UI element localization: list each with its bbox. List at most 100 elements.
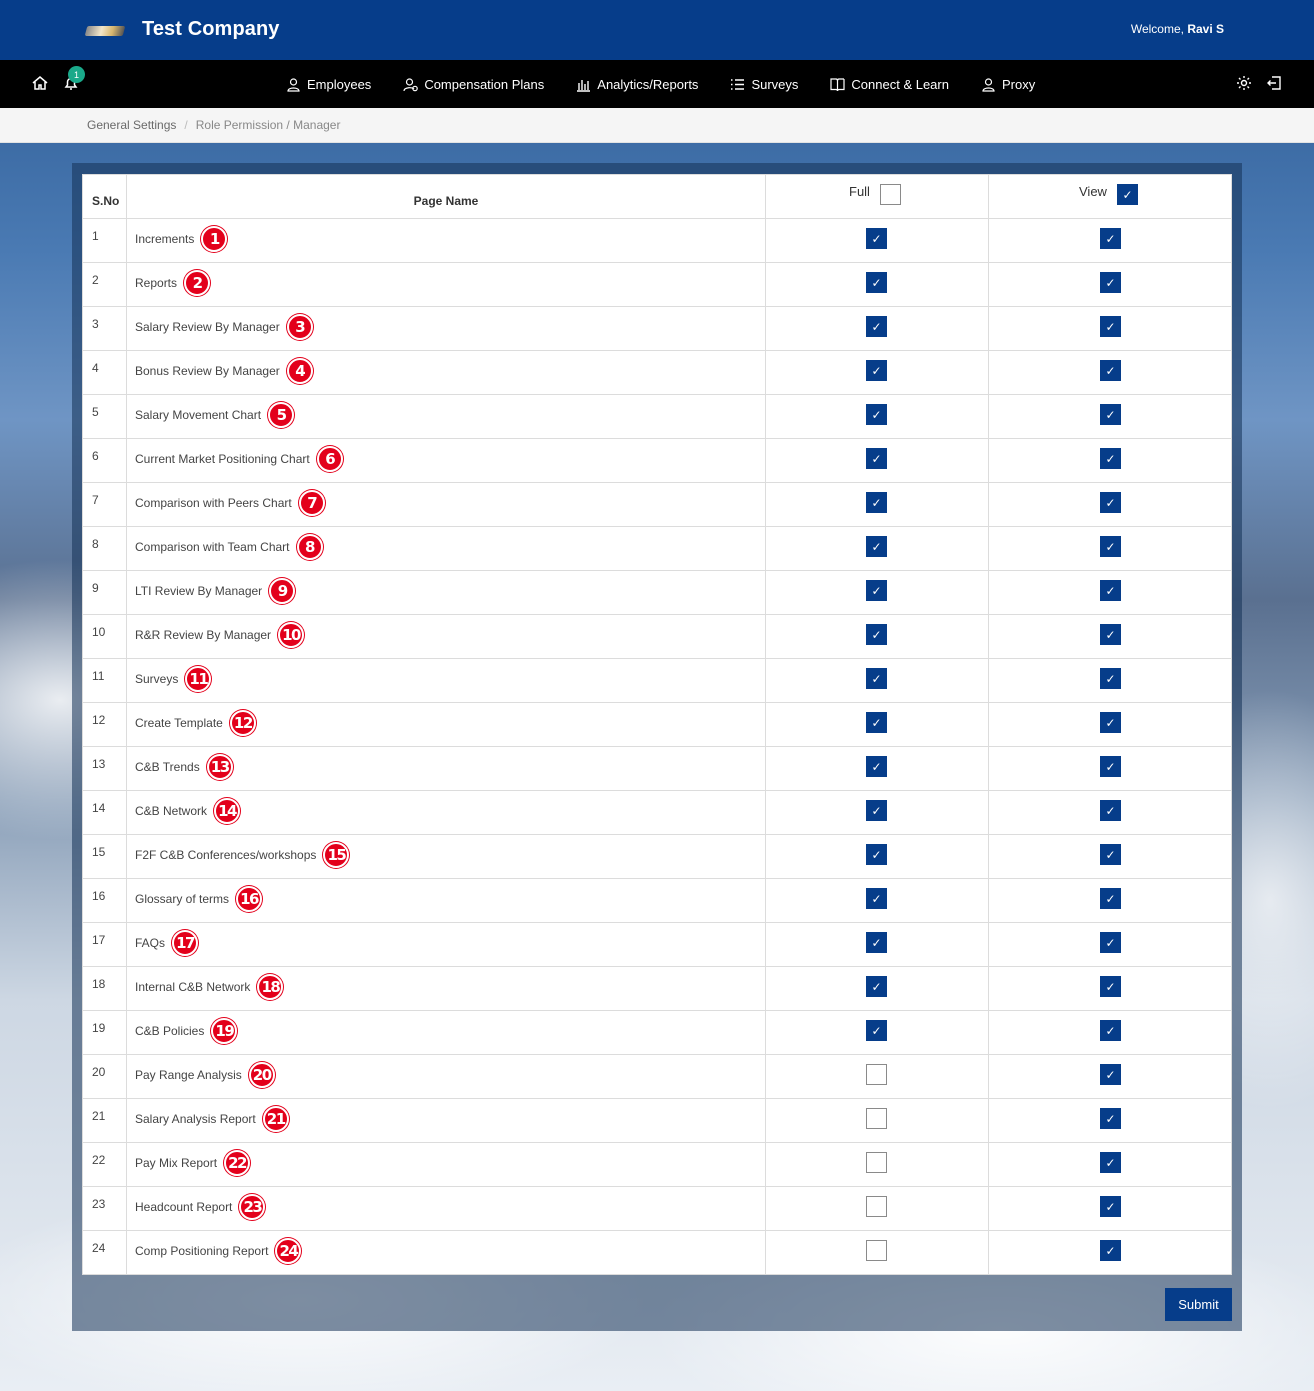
header-view-label: View: [1079, 184, 1107, 199]
full-select-all-checkbox[interactable]: [880, 184, 901, 205]
view-cell: ✓: [989, 1011, 1231, 1054]
page-name-cell: Comp Positioning Report 24: [127, 1231, 766, 1274]
view-checkbox[interactable]: ✓: [1100, 404, 1121, 425]
nav-item-label: Connect & Learn: [851, 76, 949, 92]
breadcrumb: General Settings / Role Permission / Man…: [87, 118, 340, 132]
full-checkbox[interactable]: [866, 1064, 887, 1085]
full-checkbox[interactable]: ✓: [866, 580, 887, 601]
logout-icon[interactable]: [1265, 74, 1283, 92]
full-cell: ✓: [766, 923, 989, 966]
full-checkbox[interactable]: ✓: [866, 316, 887, 337]
nav-item-label: Proxy: [1001, 76, 1036, 92]
full-checkbox[interactable]: ✓: [866, 1020, 887, 1041]
header-full-label: Full: [849, 184, 870, 199]
full-cell: [766, 1187, 989, 1230]
company-logo[interactable]: [84, 26, 126, 36]
view-checkbox[interactable]: ✓: [1100, 756, 1121, 777]
full-checkbox[interactable]: [866, 1240, 887, 1261]
full-checkbox[interactable]: ✓: [866, 272, 887, 293]
submit-button[interactable]: Submit: [1165, 1288, 1232, 1321]
full-checkbox[interactable]: ✓: [866, 492, 887, 513]
view-checkbox[interactable]: ✓: [1100, 888, 1121, 909]
annotation-marker: 17: [172, 930, 199, 956]
view-checkbox[interactable]: ✓: [1100, 492, 1121, 513]
view-checkbox[interactable]: ✓: [1100, 668, 1121, 689]
nav-item-connect-learn[interactable]: Connect & Learn: [830, 77, 949, 92]
sno-value: 12: [92, 713, 106, 727]
annotation-marker: 8: [296, 534, 323, 560]
full-checkbox[interactable]: ✓: [866, 668, 887, 689]
sno-value: 7: [92, 493, 99, 507]
user-name[interactable]: Ravi S: [1187, 22, 1224, 36]
annotation-marker: 21: [262, 1106, 289, 1132]
page-name-cell: LTI Review By Manager 9: [127, 571, 766, 614]
gear-icon[interactable]: [1235, 74, 1253, 92]
page-name-wrap: Salary Review By Manager 3: [135, 314, 313, 340]
view-checkbox[interactable]: ✓: [1100, 1152, 1121, 1173]
user-money-icon: [403, 77, 419, 91]
view-checkbox[interactable]: ✓: [1100, 228, 1121, 249]
sno-value: 19: [92, 1021, 106, 1035]
view-checkbox[interactable]: ✓: [1100, 316, 1121, 337]
view-checkbox[interactable]: ✓: [1100, 932, 1121, 953]
view-cell: ✓: [989, 219, 1231, 262]
full-checkbox[interactable]: ✓: [866, 404, 887, 425]
full-checkbox[interactable]: ✓: [866, 756, 887, 777]
home-icon[interactable]: [31, 74, 49, 92]
view-checkbox[interactable]: ✓: [1100, 1196, 1121, 1217]
view-checkbox[interactable]: ✓: [1100, 712, 1121, 733]
view-checkbox[interactable]: ✓: [1100, 1240, 1121, 1261]
nav-item-employees[interactable]: Employees: [286, 77, 371, 92]
notification-badge[interactable]: 1: [68, 66, 85, 83]
sno-value: 13: [92, 757, 106, 771]
view-checkbox[interactable]: ✓: [1100, 976, 1121, 997]
view-select-all-checkbox[interactable]: ✓: [1117, 184, 1138, 205]
annotation-marker: 9: [269, 578, 296, 604]
full-checkbox[interactable]: ✓: [866, 536, 887, 557]
welcome-prefix: Welcome,: [1130, 22, 1184, 36]
full-checkbox[interactable]: ✓: [866, 228, 887, 249]
full-checkbox[interactable]: ✓: [866, 844, 887, 865]
view-checkbox[interactable]: ✓: [1100, 272, 1121, 293]
view-checkbox[interactable]: ✓: [1100, 1108, 1121, 1129]
full-checkbox[interactable]: ✓: [866, 800, 887, 821]
full-checkbox[interactable]: [866, 1108, 887, 1129]
view-checkbox[interactable]: ✓: [1100, 580, 1121, 601]
full-checkbox[interactable]: ✓: [866, 712, 887, 733]
view-checkbox[interactable]: ✓: [1100, 1020, 1121, 1041]
sno-value: 23: [92, 1197, 106, 1211]
full-checkbox[interactable]: ✓: [866, 932, 887, 953]
full-checkbox[interactable]: ✓: [866, 976, 887, 997]
full-checkbox[interactable]: [866, 1152, 887, 1173]
page-name-wrap: Pay Mix Report 22: [135, 1150, 251, 1176]
nav-item-proxy[interactable]: Proxy: [981, 77, 1035, 92]
page-name-wrap: Increments 1: [135, 226, 228, 252]
page-name: LTI Review By Manager: [135, 584, 263, 598]
breadcrumb-bar: General Settings / Role Permission / Man…: [0, 108, 1314, 143]
breadcrumb-general-settings[interactable]: General Settings: [87, 118, 176, 132]
full-checkbox[interactable]: ✓: [866, 888, 887, 909]
view-checkbox[interactable]: ✓: [1100, 1064, 1121, 1085]
full-checkbox[interactable]: ✓: [866, 360, 887, 381]
nav-item-compensation-plans[interactable]: Compensation Plans: [403, 77, 544, 92]
nav-item-surveys[interactable]: Surveys: [730, 77, 798, 92]
view-checkbox[interactable]: ✓: [1100, 536, 1121, 557]
view-checkbox[interactable]: ✓: [1100, 844, 1121, 865]
view-checkbox[interactable]: ✓: [1100, 624, 1121, 645]
page-name-cell: Salary Movement Chart 5: [127, 395, 766, 438]
full-checkbox[interactable]: [866, 1196, 887, 1217]
page-name: Salary Review By Manager: [135, 320, 280, 334]
view-checkbox[interactable]: ✓: [1100, 800, 1121, 821]
full-checkbox[interactable]: ✓: [866, 624, 887, 645]
table-row: 18 Internal C&B Network 18 ✓ ✓: [83, 966, 1231, 1010]
sno-value: 6: [92, 449, 99, 463]
sno-value: 9: [92, 581, 99, 595]
full-checkbox[interactable]: ✓: [866, 448, 887, 469]
nav-item-analytics-reports[interactable]: Analytics/Reports: [576, 77, 698, 92]
view-checkbox[interactable]: ✓: [1100, 360, 1121, 381]
nav-item-label: Surveys: [751, 76, 799, 92]
sno-cell: 8: [83, 527, 127, 570]
annotation-marker: 3: [286, 314, 313, 340]
sno-cell: 4: [83, 351, 127, 394]
view-checkbox[interactable]: ✓: [1100, 448, 1121, 469]
